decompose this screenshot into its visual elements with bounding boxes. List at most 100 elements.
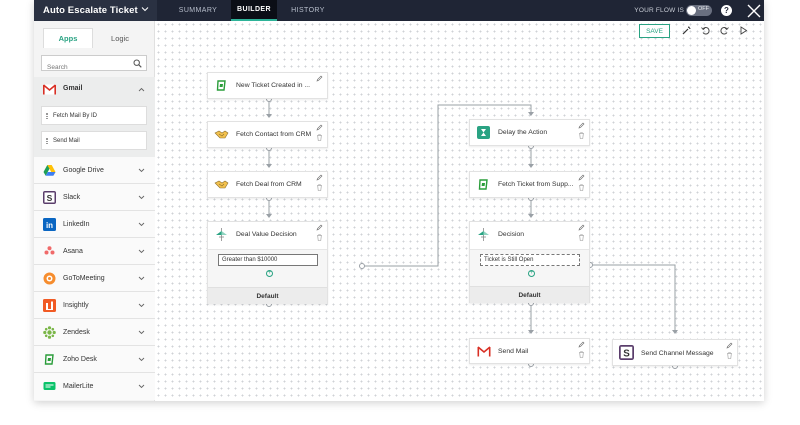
app-row-slack[interactable]: S Slack <box>34 184 155 211</box>
flow-canvas[interactable]: SAVE New Ticket Created in ... Fetch Con… <box>155 21 764 401</box>
search-input[interactable] <box>42 60 126 75</box>
edit-icon[interactable] <box>578 122 585 129</box>
edit-icon[interactable] <box>316 224 323 231</box>
node-trigger[interactable]: New Ticket Created in ... <box>207 72 328 99</box>
chevron-up-icon[interactable] <box>138 87 145 92</box>
search-box <box>41 55 147 75</box>
sidebar-tabs: Apps Logic <box>43 28 147 48</box>
gmail-icon <box>43 84 56 95</box>
trash-icon[interactable] <box>316 184 323 191</box>
node-deal-decision[interactable]: Deal Value Decision Greater than $10000 … <box>207 221 328 304</box>
edit-icon[interactable] <box>726 342 733 349</box>
chevron-down-icon[interactable] <box>138 222 145 227</box>
action-label: Send Mail <box>53 137 80 144</box>
crm-handshake-icon <box>214 177 229 192</box>
tab-history[interactable]: HISTORY <box>279 0 337 21</box>
hourglass-icon <box>476 125 491 140</box>
magic-wand-icon[interactable] <box>677 23 696 38</box>
chevron-down-icon[interactable] <box>138 249 145 254</box>
trash-icon[interactable] <box>316 234 323 241</box>
app-row-zoho-desk[interactable]: Zoho Desk <box>34 346 155 373</box>
app-row-linkedin[interactable]: in LinkedIn <box>34 211 155 238</box>
flow-toggle[interactable]: OFF <box>686 5 712 16</box>
trash-icon[interactable] <box>578 184 585 191</box>
tab-summary[interactable]: SUMMARY <box>165 0 231 21</box>
node-title: Fetch Ticket from Supp... <box>498 181 574 188</box>
app-row-gmail[interactable]: Gmail <box>34 77 155 102</box>
app-name: Zendesk <box>63 328 90 336</box>
chevron-down-icon[interactable] <box>138 303 145 308</box>
chevron-down-icon[interactable] <box>138 276 145 281</box>
tab-builder[interactable]: BUILDER <box>231 0 277 21</box>
node-title: New Ticket Created in ... <box>236 82 311 89</box>
chevron-down-icon[interactable] <box>138 357 145 362</box>
app-row-insightly[interactable]: Insightly <box>34 292 155 319</box>
drag-handle-icon[interactable] <box>46 138 48 144</box>
default-branch[interactable]: Default <box>208 287 327 304</box>
svg-text:S: S <box>623 349 630 360</box>
node-send-channel-message[interactable]: S Send Channel Message <box>612 339 738 366</box>
chevron-down-icon[interactable] <box>138 168 145 173</box>
app-row-asana[interactable]: Asana <box>34 238 155 265</box>
edit-icon[interactable] <box>316 75 323 82</box>
play-icon[interactable] <box>734 23 753 38</box>
slack-icon: S <box>43 191 56 204</box>
condition-field[interactable]: Greater than $10000 <box>218 254 318 266</box>
gotomeeting-icon <box>43 272 56 285</box>
node-delay[interactable]: Delay the Action <box>469 119 590 146</box>
drag-handle-icon[interactable] <box>46 113 48 119</box>
edit-icon[interactable] <box>316 124 323 131</box>
app-row-google-drive[interactable]: Google Drive <box>34 157 155 184</box>
tab-logic[interactable]: Logic <box>93 28 147 48</box>
app-name: Asana <box>63 247 83 255</box>
trash-icon[interactable] <box>578 234 585 241</box>
chevron-down-icon[interactable] <box>138 330 145 335</box>
flow-builder-window: Auto Escalate Ticket SUMMARY BUILDER HIS… <box>34 0 764 401</box>
top-bar: Auto Escalate Ticket SUMMARY BUILDER HIS… <box>34 0 764 21</box>
search-icon[interactable] <box>133 59 142 68</box>
app-row-mailerlite[interactable]: MailerLite <box>34 373 155 400</box>
node-decision[interactable]: Decision Ticket is Still Open + Default <box>469 221 590 303</box>
add-condition-icon[interactable]: + <box>528 270 535 277</box>
crm-handshake-icon <box>214 127 229 142</box>
zendesk-icon <box>43 326 56 339</box>
save-button[interactable]: SAVE <box>639 24 670 38</box>
add-condition-icon[interactable]: + <box>266 270 273 277</box>
condition-field[interactable]: Ticket is Still Open <box>480 254 580 266</box>
node-fetch-contact[interactable]: Fetch Contact from CRM <box>207 121 328 148</box>
decision-branches: Greater than $10000 + Default <box>208 249 327 304</box>
chevron-down-icon[interactable] <box>138 384 145 389</box>
default-branch[interactable]: Default <box>470 286 589 303</box>
chevron-down-icon[interactable] <box>138 195 145 200</box>
app-row-zendesk[interactable]: Zendesk <box>34 319 155 346</box>
asana-icon <box>43 245 56 258</box>
edit-icon[interactable] <box>578 224 585 231</box>
edit-icon[interactable] <box>316 174 323 181</box>
undo-icon[interactable] <box>696 23 715 38</box>
action-fetch-mail-by-id[interactable]: Fetch Mail By ID <box>41 106 147 125</box>
trash-icon[interactable] <box>578 351 585 358</box>
edit-icon[interactable] <box>578 174 585 181</box>
node-title: Decision <box>498 231 525 238</box>
app-row-gotomeeting[interactable]: GoToMeeting <box>34 265 155 292</box>
flow-title-dropdown[interactable]: Auto Escalate Ticket <box>34 0 157 21</box>
edit-icon[interactable] <box>578 341 585 348</box>
node-send-mail[interactable]: Send Mail <box>469 338 590 364</box>
node-fetch-deal[interactable]: Fetch Deal from CRM <box>207 171 328 198</box>
redo-icon[interactable] <box>715 23 734 38</box>
tab-apps[interactable]: Apps <box>43 28 93 48</box>
trash-icon[interactable] <box>726 352 733 359</box>
node-fetch-ticket[interactable]: Fetch Ticket from Supp... <box>469 171 590 198</box>
action-send-mail[interactable]: Send Mail <box>41 131 147 150</box>
decision-branches: Ticket is Still Open + Default <box>470 249 589 303</box>
app-name-gmail: Gmail <box>63 85 83 92</box>
trash-icon[interactable] <box>578 132 585 139</box>
app-name: Zoho Desk <box>63 355 97 363</box>
close-icon[interactable] <box>743 0 764 21</box>
trash-icon[interactable] <box>316 134 323 141</box>
app-name: LinkedIn <box>63 220 90 228</box>
node-title: Fetch Contact from CRM <box>236 131 312 138</box>
app-name: Slack <box>63 193 81 201</box>
app-name: Google Drive <box>63 166 104 174</box>
help-icon[interactable]: ? <box>721 5 732 16</box>
